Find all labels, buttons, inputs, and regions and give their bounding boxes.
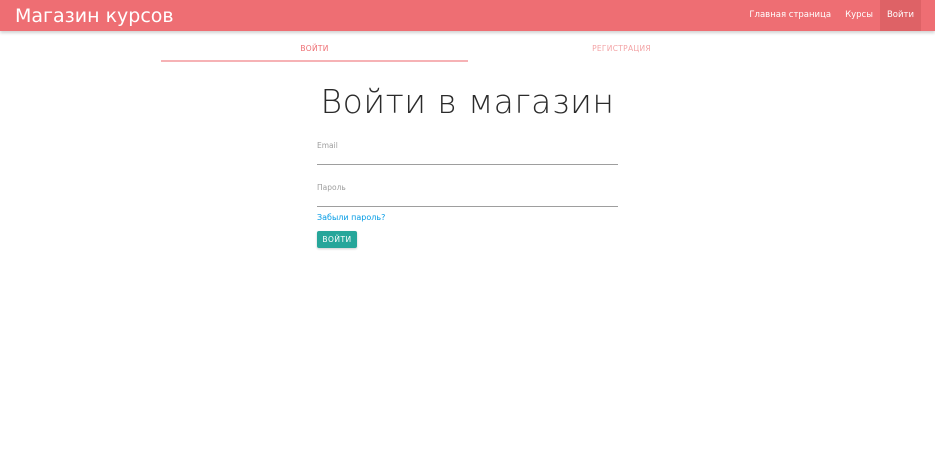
auth-tabs: ВОЙТИ РЕГИСТРАЦИЯ bbox=[161, 40, 775, 62]
page-title: Войти в магазин bbox=[320, 82, 615, 121]
nav-link-login[interactable]: Войти bbox=[879, 0, 921, 31]
email-input[interactable] bbox=[317, 153, 618, 165]
brand-logo[interactable]: Магазин курсов bbox=[15, 4, 174, 28]
tab-indicator bbox=[161, 60, 468, 62]
navbar: Магазин курсов Главная страница Курсы Во… bbox=[0, 0, 935, 31]
nav-links: Главная страница Курсы Войти bbox=[742, 0, 921, 31]
nav-link-courses[interactable]: Курсы bbox=[838, 0, 880, 31]
nav-link-home[interactable]: Главная страница bbox=[742, 0, 838, 31]
password-label: Пароль bbox=[317, 183, 346, 192]
login-button[interactable]: ВОЙТИ bbox=[317, 231, 357, 248]
forgot-password-link[interactable]: Забыли пароль? bbox=[317, 213, 385, 222]
password-field-group: Пароль bbox=[317, 177, 618, 207]
email-label: Email bbox=[317, 141, 338, 150]
tab-register[interactable]: РЕГИСТРАЦИЯ bbox=[468, 40, 775, 62]
password-input[interactable] bbox=[317, 195, 618, 207]
email-field-group: Email bbox=[317, 135, 618, 165]
tab-login[interactable]: ВОЙТИ bbox=[161, 40, 468, 62]
